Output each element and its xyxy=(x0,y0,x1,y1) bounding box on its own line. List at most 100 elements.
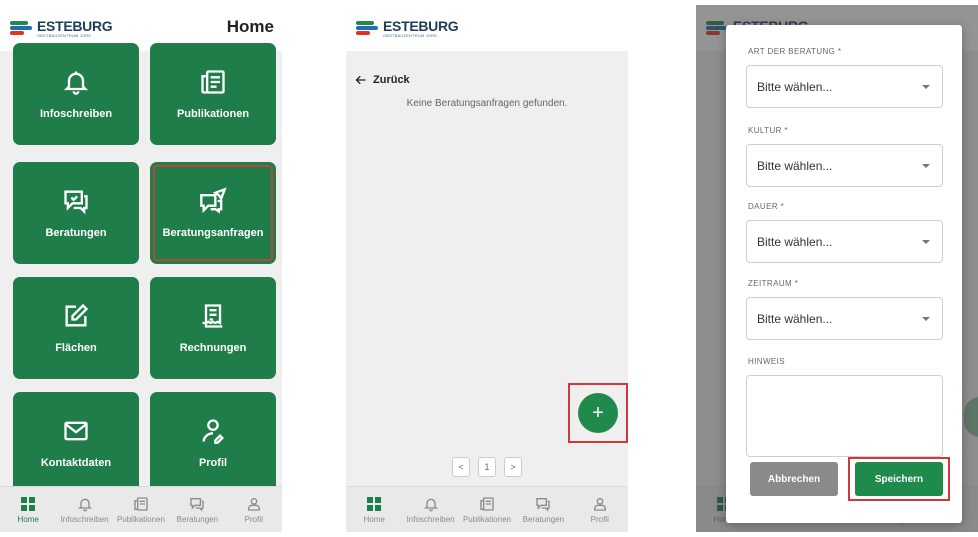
field-label-dauer: DAUER * xyxy=(748,202,785,211)
tile-beratungen[interactable]: Beratungen xyxy=(13,162,139,264)
chat-icon xyxy=(536,497,551,512)
dashboard-icon xyxy=(367,496,382,511)
empty-state-message: Keine Beratungsanfragen gefunden. xyxy=(406,98,568,109)
field-label-kultur: KULTUR * xyxy=(748,126,788,135)
nav-home[interactable]: Home xyxy=(0,496,56,524)
brand-logo: ESTEBURG OBSTBAUZENTRUM JORK xyxy=(356,17,459,38)
nav-label: Profil xyxy=(244,514,263,524)
chevron-down-icon xyxy=(922,85,930,89)
arrow-left-icon xyxy=(355,75,366,85)
tile-beratungsanfragen[interactable]: Beratungsanfragen xyxy=(150,162,276,264)
newspaper-icon xyxy=(480,496,494,511)
pager-prev-button[interactable]: < xyxy=(452,457,470,477)
chevron-down-icon xyxy=(922,164,930,168)
user-icon xyxy=(202,419,224,444)
newspaper-icon xyxy=(201,70,225,94)
tile-label: Beratungen xyxy=(45,227,107,239)
tile-label: Kontaktdaten xyxy=(40,457,112,469)
bottom-nav: Home Infoschreiben Publikationen Beratun… xyxy=(346,486,628,532)
tile-label: Publikationen xyxy=(176,108,250,120)
nav-profil[interactable]: Profil xyxy=(226,496,282,524)
bell-icon xyxy=(77,498,92,511)
brand-name: ESTEBURG xyxy=(37,17,113,34)
hinweis-textarea[interactable] xyxy=(746,375,943,457)
select-kultur[interactable]: Bitte wählen... xyxy=(746,144,943,187)
bell-icon xyxy=(63,71,89,95)
page-title: Home xyxy=(226,17,274,36)
tile-flaechen[interactable]: Flächen xyxy=(13,277,139,379)
brand-logo: ESTEBURG OBSTBAUZENTRUM JORK xyxy=(10,17,113,38)
tile-infoschreiben[interactable]: Infoschreiben xyxy=(13,43,139,145)
bottom-nav: Home Infoschreiben Publikationen Beratun… xyxy=(0,486,282,532)
select-art-der-beratung[interactable]: Bitte wählen... xyxy=(746,65,943,108)
nav-label: Publikationen xyxy=(116,514,165,524)
save-highlight: Speichern xyxy=(848,457,950,501)
nav-publikationen[interactable]: Publikationen xyxy=(113,496,169,524)
nav-label: Beratungen xyxy=(176,514,219,524)
chat-send-icon xyxy=(200,187,227,214)
brand-subtitle: OBSTBAUZENTRUM JORK xyxy=(37,32,92,38)
dashboard-icon xyxy=(21,496,36,511)
nav-label: Profil xyxy=(590,514,609,524)
nav-beratungen[interactable]: Beratungen xyxy=(515,496,571,524)
back-link[interactable]: Zurück xyxy=(355,74,410,86)
tile-publikationen[interactable]: Publikationen xyxy=(150,43,276,145)
tile-label: Beratungsanfragen xyxy=(162,227,264,239)
tile-kontaktdaten[interactable]: Kontaktdaten xyxy=(13,392,139,494)
nav-label: Beratungen xyxy=(522,514,565,524)
tile-rechnungen[interactable]: Rechnungen xyxy=(150,277,276,379)
select-value: Bitte wählen... xyxy=(757,79,833,94)
screenshot-stage: ESTEBURG OBSTBAUZENTRUM JORK Home Infosc… xyxy=(0,0,978,537)
home-screen: ESTEBURG OBSTBAUZENTRUM JORK Home Infosc… xyxy=(0,5,282,532)
new-request-modal: ART DER BERATUNG * Bitte wählen... KULTU… xyxy=(726,25,962,523)
new-request-dialog-screen: ESTEBURG OBSTBAUZENTRUM JORK Home Infosc… xyxy=(696,5,978,532)
field-label-zeitraum: ZEITRAUM * xyxy=(748,279,799,288)
pager-current-page[interactable]: 1 xyxy=(478,457,496,477)
brand-name: ESTEBURG xyxy=(383,17,459,34)
nav-profil[interactable]: Profil xyxy=(572,496,628,524)
logo-mark-icon xyxy=(356,21,380,35)
chat-icon xyxy=(64,190,88,215)
logo-mark-icon xyxy=(10,21,34,35)
fab-highlight: + xyxy=(568,383,628,443)
select-zeitraum[interactable]: Bitte wählen... xyxy=(746,297,943,340)
nav-home[interactable]: Home xyxy=(346,496,402,524)
save-button[interactable]: Speichern xyxy=(855,462,943,496)
pagination: < 1 > xyxy=(346,457,628,477)
tile-profil[interactable]: Profil xyxy=(150,392,276,494)
newspaper-icon xyxy=(134,496,148,511)
select-value: Bitte wählen... xyxy=(757,158,833,173)
nav-publikationen[interactable]: Publikationen xyxy=(459,496,515,524)
pager-next-button[interactable]: > xyxy=(504,457,522,477)
nav-label: Home xyxy=(17,514,39,524)
edit-icon xyxy=(65,303,89,327)
nav-label: Home xyxy=(363,514,385,524)
back-label: Zurück xyxy=(373,74,410,86)
nav-beratungen[interactable]: Beratungen xyxy=(169,496,225,524)
add-request-button[interactable]: + xyxy=(578,393,618,433)
field-label-art: ART DER BERATUNG * xyxy=(748,47,842,56)
cancel-button[interactable]: Abbrechen xyxy=(750,462,838,496)
receipt-icon xyxy=(202,304,223,328)
field-label-hinweis: HINWEIS xyxy=(748,357,786,366)
nav-infoschreiben[interactable]: Infoschreiben xyxy=(403,496,459,524)
tile-label: Infoschreiben xyxy=(39,108,113,120)
select-value: Bitte wählen... xyxy=(757,234,833,249)
chevron-down-icon xyxy=(922,317,930,321)
chevron-down-icon xyxy=(922,240,930,244)
brand-subtitle: OBSTBAUZENTRUM JORK xyxy=(383,32,438,38)
nav-infoschreiben[interactable]: Infoschreiben xyxy=(57,496,113,524)
bell-icon xyxy=(423,498,438,511)
select-dauer[interactable]: Bitte wählen... xyxy=(746,220,943,263)
nav-label: Infoschreiben xyxy=(60,514,109,524)
app-header: ESTEBURG OBSTBAUZENTRUM JORK xyxy=(346,5,628,51)
select-value: Bitte wählen... xyxy=(757,311,833,326)
tile-label: Flächen xyxy=(55,342,97,354)
user-icon xyxy=(593,497,606,511)
nav-label: Infoschreiben xyxy=(406,514,455,524)
beratungsanfragen-screen: ESTEBURG OBSTBAUZENTRUM JORK Zurück Kein… xyxy=(346,5,628,532)
mail-icon xyxy=(64,421,88,441)
tile-label: Rechnungen xyxy=(179,342,247,354)
user-icon xyxy=(247,497,260,511)
nav-label: Publikationen xyxy=(462,514,511,524)
